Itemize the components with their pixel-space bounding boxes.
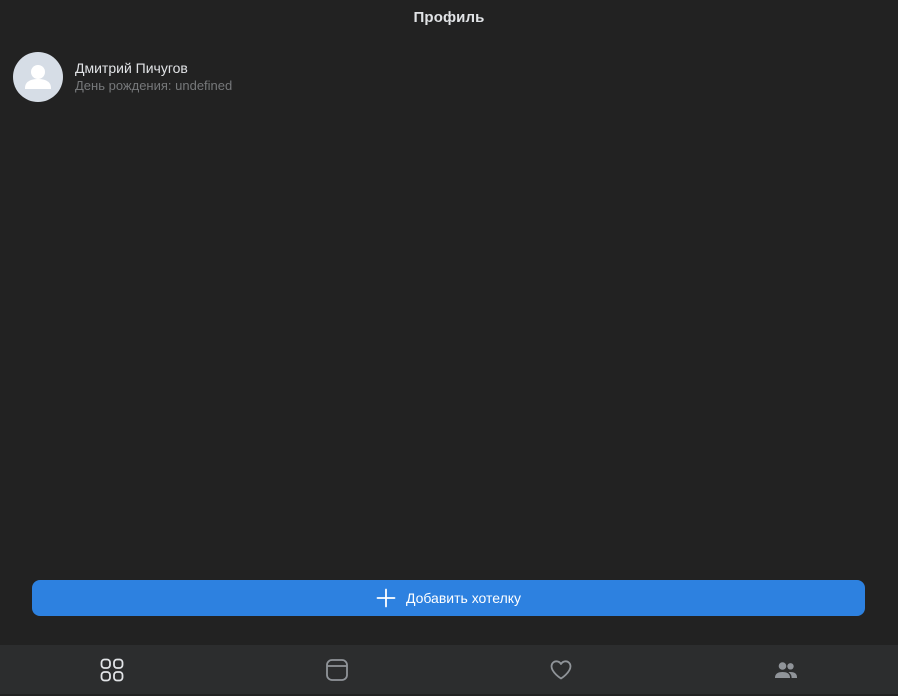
profile-name: Дмитрий Пичугов [75,60,188,76]
page-title: Профиль [413,8,485,26]
app-root: Профиль Дмитрий Пичугов День рождения: u… [0,0,898,696]
tab-favorites[interactable] [449,645,674,694]
users-icon [774,661,797,678]
heart-icon [550,659,572,679]
tab-window[interactable] [225,645,450,694]
window-icon [325,658,348,681]
header: Профиль [0,0,898,34]
tab-bar [0,645,898,694]
tab-grid[interactable] [0,645,225,694]
plus-icon [376,588,396,608]
profile-info: Дмитрий Пичугов День рождения: undefined [75,59,232,95]
add-wish-label: Добавить хотелку [405,590,522,606]
profile-birthday: День рождения: undefined [75,78,233,93]
avatar[interactable] [13,52,63,102]
tab-friends[interactable] [674,645,898,694]
user-placeholder-icon [25,65,51,89]
grid-icon [100,658,124,681]
profile-card[interactable]: Дмитрий Пичугов День рождения: undefined [13,52,232,102]
add-wish-button[interactable]: Добавить хотелку [32,580,865,616]
